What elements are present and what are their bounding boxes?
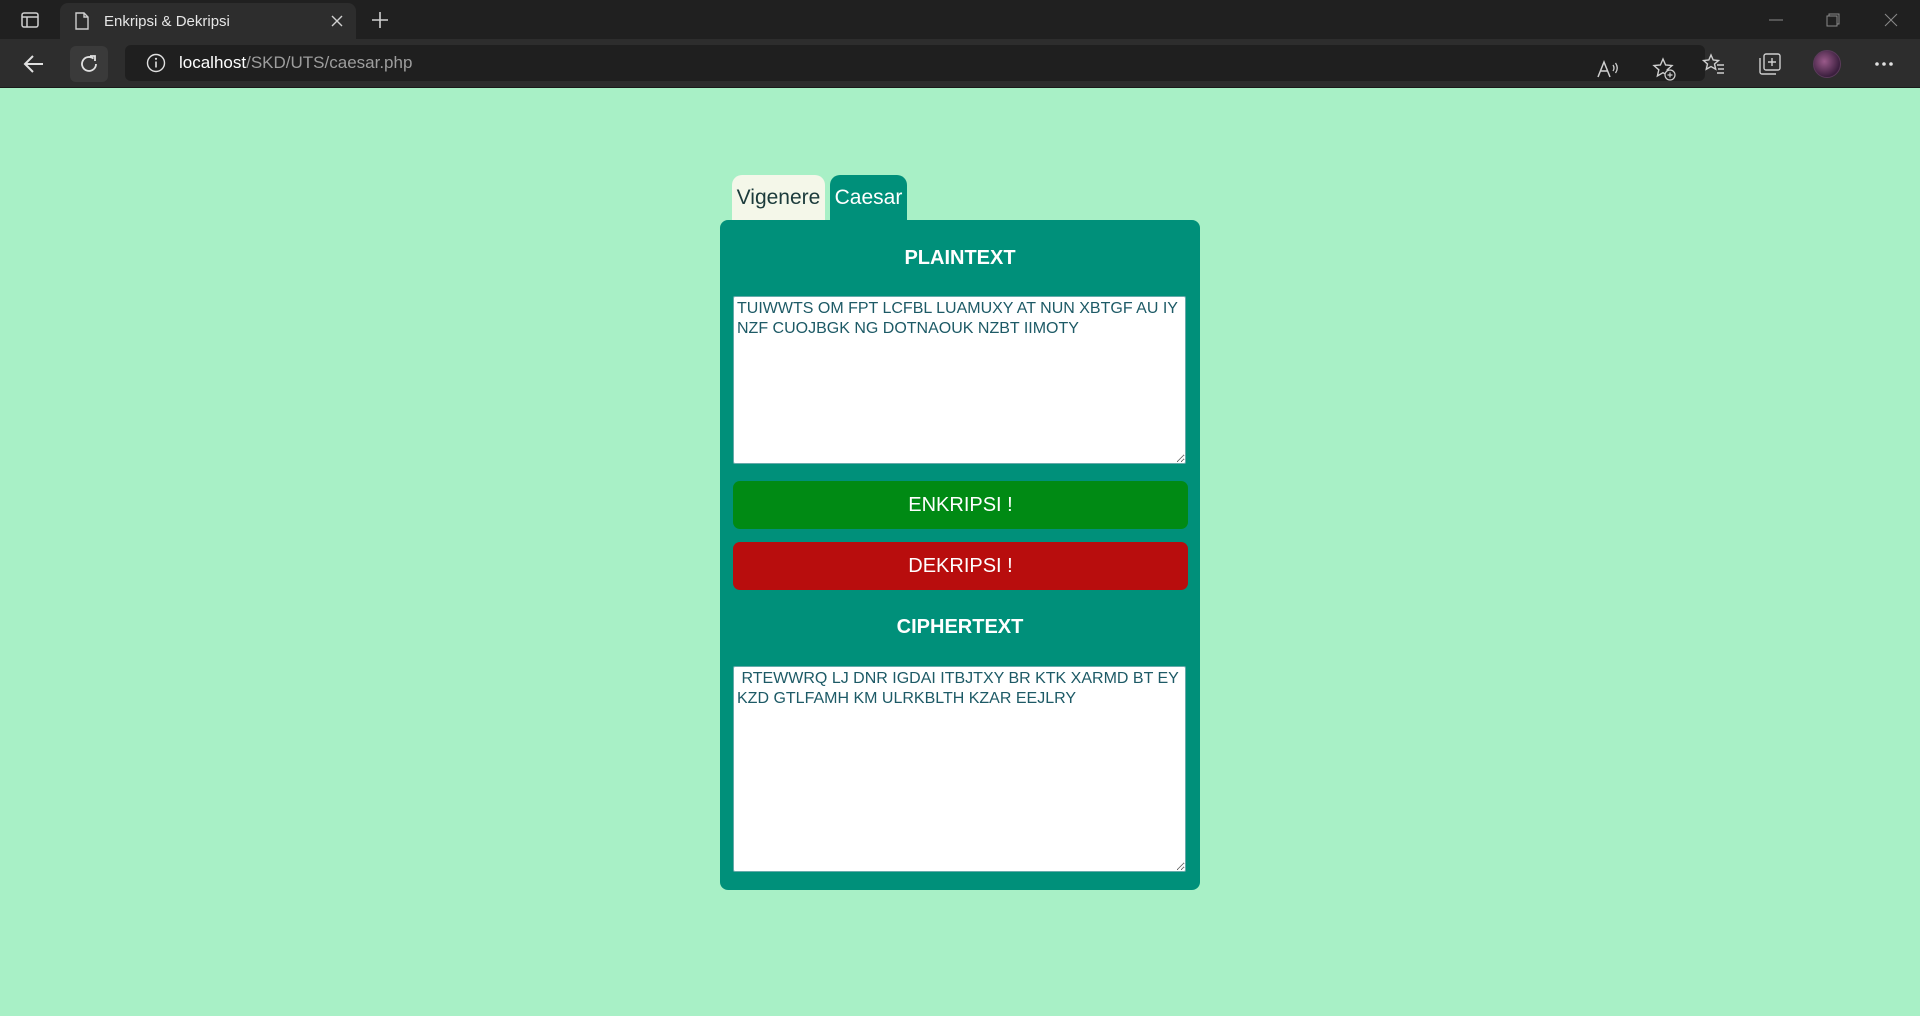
tab-vigenere[interactable]: Vigenere — [732, 175, 825, 221]
tab-caesar[interactable]: Caesar — [830, 175, 907, 221]
decrypt-button[interactable]: DEKRIPSI ! — [733, 542, 1188, 590]
close-icon[interactable] — [322, 6, 352, 36]
reload-icon[interactable] — [70, 46, 108, 82]
browser-tab-strip: Enkripsi & Dekripsi — [0, 0, 1920, 39]
avatar[interactable] — [1813, 50, 1841, 78]
info-icon[interactable] — [145, 52, 167, 74]
favorites-icon[interactable] — [1696, 46, 1732, 82]
collections-icon[interactable] — [1752, 46, 1788, 82]
tab-title: Enkripsi & Dekripsi — [104, 12, 230, 30]
plaintext-input[interactable]: TUIWWTS OM FPT LCFBL LUAMUXY AT NUN XBTG… — [733, 296, 1186, 464]
sidebar-toggle-icon[interactable] — [18, 8, 42, 32]
window-close-icon[interactable] — [1879, 8, 1903, 32]
ciphertext-title: CIPHERTEXT — [896, 616, 1024, 638]
caesar-form: PLAINTEXT TUIWWTS OM FPT LCFBL LUAMUXY A… — [720, 220, 1200, 890]
url-text: localhost/SKD/UTS/caesar.php — [179, 53, 412, 73]
browser-toolbar: localhost/SKD/UTS/caesar.php — [0, 39, 1920, 88]
address-bar[interactable]: localhost/SKD/UTS/caesar.php — [125, 45, 1705, 81]
url-path: /SKD/UTS/caesar.php — [246, 53, 413, 72]
minimize-icon[interactable] — [1764, 8, 1788, 32]
page-icon — [74, 12, 90, 30]
read-aloud-icon[interactable] — [1591, 52, 1625, 86]
plus-icon[interactable] — [366, 8, 394, 32]
more-icon[interactable] — [1866, 46, 1902, 82]
browser-tab[interactable]: Enkripsi & Dekripsi — [60, 3, 356, 39]
restore-icon[interactable] — [1821, 8, 1845, 32]
ciphertext-output[interactable]: RTEWWRQ LJ DNR IGDAI ITBJTXY BR KTK XARM… — [733, 666, 1186, 872]
url-host: localhost — [179, 53, 247, 72]
star-plus-icon[interactable] — [1647, 52, 1681, 86]
arrow-left-icon[interactable] — [15, 46, 53, 82]
encrypt-button[interactable]: ENKRIPSI ! — [733, 481, 1188, 529]
plaintext-title: PLAINTEXT — [904, 247, 1016, 269]
